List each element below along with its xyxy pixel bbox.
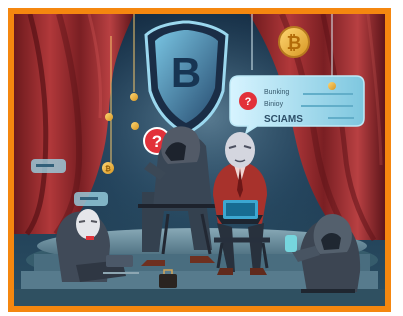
speech-line-2: Binioy [264, 101, 284, 108]
small-coin-symbol: ₿ [105, 165, 111, 173]
shield-letter: B [171, 49, 201, 96]
question-mark-text: ? [152, 132, 162, 151]
speech-line-3: SCIAMS [264, 114, 303, 125]
speech-line-1: Bunking [264, 89, 289, 96]
scams-speech-bubble: ? Bunking Binioy SCIAMS [229, 75, 365, 135]
speech-question-mark: ? [245, 96, 252, 108]
bitcoin-symbol: ₿ [287, 33, 302, 53]
image-frame: ₿ B ₿ ? Bunking Binioy SCIAMS ? [8, 8, 391, 312]
left-floating-card-bottom [74, 192, 108, 206]
left-floating-card-top [31, 159, 66, 173]
bitcoin-coin: ₿ [278, 26, 310, 58]
stage-illustration: ₿ B ₿ ? Bunking Binioy SCIAMS ? [14, 14, 385, 306]
